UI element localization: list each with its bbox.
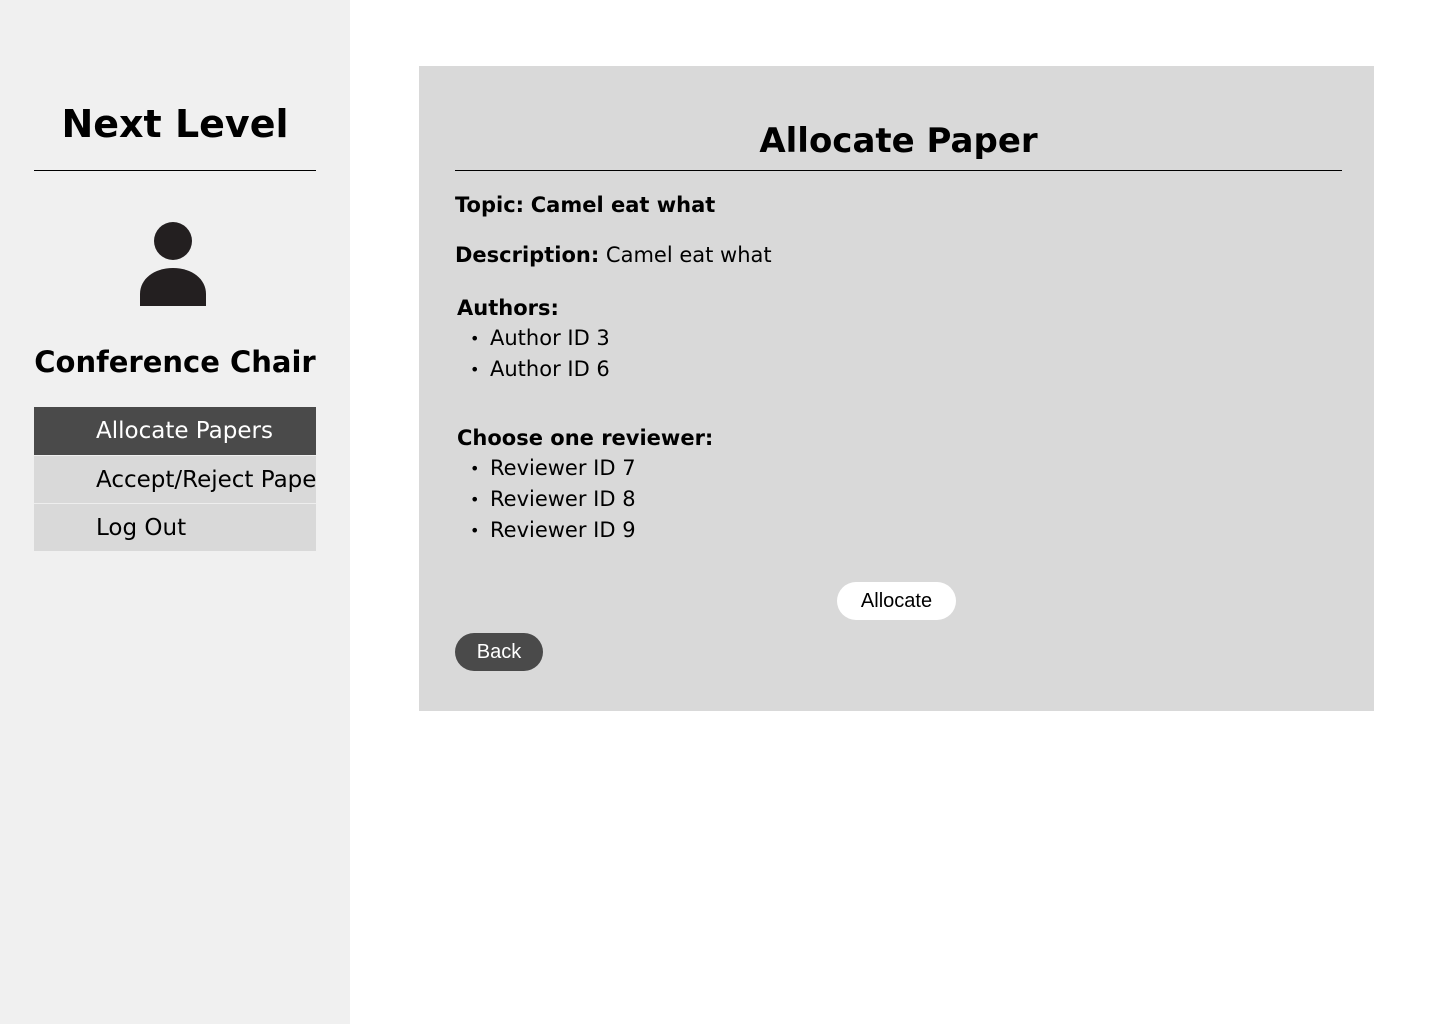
back-button[interactable]: Back bbox=[455, 633, 543, 671]
description-label: Description: bbox=[455, 243, 600, 267]
sidebar-nav: Allocate Papers Accept/Reject Paper Log … bbox=[34, 407, 316, 551]
description-value: Camel eat what bbox=[605, 243, 772, 267]
nav-item-allocate-papers[interactable]: Allocate Papers bbox=[34, 407, 316, 455]
description-field: Description: Camel eat what bbox=[455, 240, 772, 270]
brand-title: Next Level bbox=[61, 102, 289, 146]
topic-field: Topic: Camel eat what bbox=[455, 190, 715, 220]
topic-value: Camel eat what bbox=[530, 193, 716, 217]
reviewer-option[interactable]: • Reviewer ID 9 bbox=[457, 515, 713, 546]
reviewers-list: • Reviewer ID 7 • Reviewer ID 8 • Reviewer … bbox=[457, 453, 713, 546]
author-item: • Author ID 3 bbox=[457, 323, 610, 354]
allocate-button[interactable]: Allocate bbox=[837, 582, 956, 620]
author-item-label: Author ID 3 bbox=[490, 326, 610, 350]
user-role: Conference Chair bbox=[34, 345, 316, 379]
reviewer-option-label: Reviewer ID 9 bbox=[490, 518, 636, 542]
bullet-icon: • bbox=[470, 360, 480, 379]
brand-divider bbox=[34, 170, 316, 171]
bullet-icon: • bbox=[470, 459, 480, 478]
page-title: Allocate Paper bbox=[759, 121, 1038, 161]
sidebar: Next Level Conference Chair Allocate Pap… bbox=[0, 0, 350, 1024]
authors-label: Authors: bbox=[457, 296, 559, 320]
title-divider bbox=[455, 170, 1342, 171]
author-item-label: Author ID 6 bbox=[490, 357, 610, 381]
topic-label: Topic: bbox=[455, 193, 525, 217]
reviewer-option[interactable]: • Reviewer ID 8 bbox=[457, 484, 713, 515]
nav-item-log-out[interactable]: Log Out bbox=[34, 503, 316, 551]
reviewer-option-label: Reviewer ID 8 bbox=[490, 487, 636, 511]
reviewers-label: Choose one reviewer: bbox=[457, 426, 714, 450]
reviewer-option[interactable]: • Reviewer ID 7 bbox=[457, 453, 713, 484]
nav-item-accept-reject-paper[interactable]: Accept/Reject Paper bbox=[34, 455, 316, 503]
reviewer-option-label: Reviewer ID 7 bbox=[490, 456, 636, 480]
bullet-icon: • bbox=[470, 490, 480, 509]
bullet-icon: • bbox=[470, 329, 480, 348]
user-icon bbox=[140, 222, 206, 306]
authors-section: Authors: • Author ID 3 • Author ID 6 bbox=[457, 293, 610, 385]
reviewers-section: Choose one reviewer: • Reviewer ID 7 • Rev… bbox=[457, 423, 713, 546]
author-item: • Author ID 6 bbox=[457, 354, 610, 385]
authors-list: • Author ID 3 • Author ID 6 bbox=[457, 323, 610, 385]
bullet-icon: • bbox=[470, 521, 480, 540]
allocate-paper-panel: Allocate Paper Topic: Camel eat what Des… bbox=[419, 66, 1374, 711]
